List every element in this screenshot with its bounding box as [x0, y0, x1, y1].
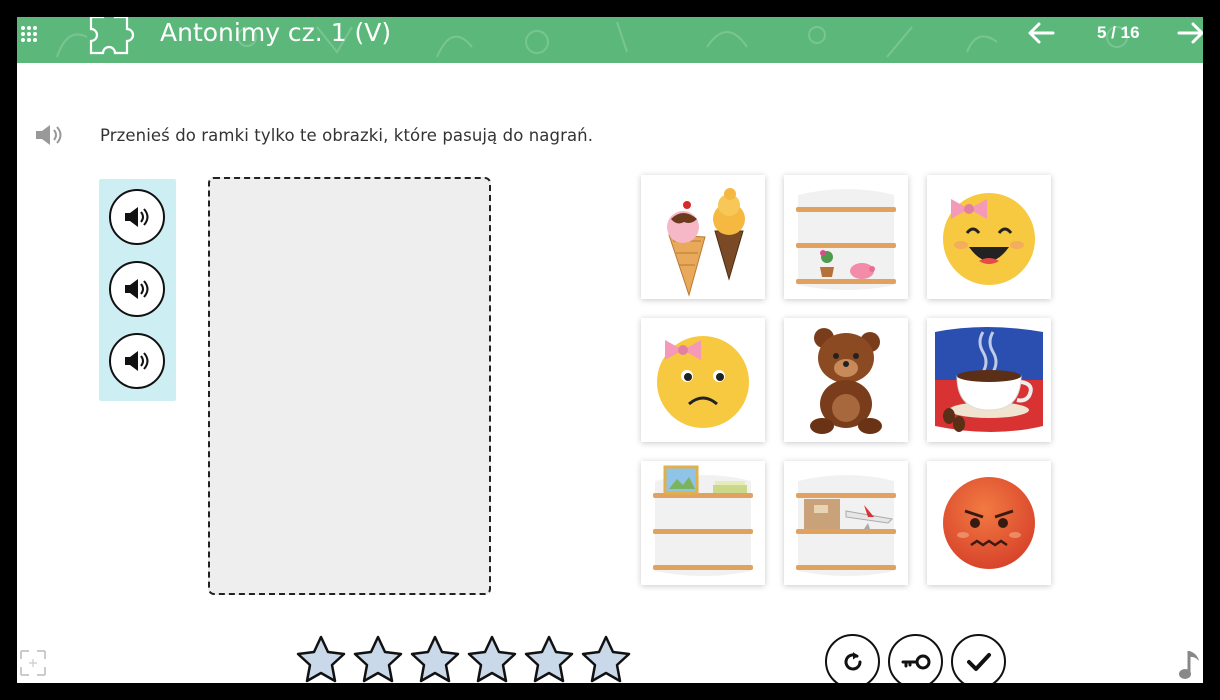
laughing-emoji-image [943, 193, 1035, 285]
next-arrow-icon[interactable] [1177, 21, 1203, 45]
reset-icon [844, 651, 861, 670]
instruction-speaker-icon[interactable] [34, 123, 64, 147]
shelves-picture-image [653, 465, 753, 576]
speaker-icon [125, 351, 149, 371]
drop-zone-frame[interactable] [208, 177, 491, 595]
card-laughing-emoji[interactable] [927, 175, 1051, 299]
rating-star-5-icon [524, 635, 574, 683]
previous-arrow-icon[interactable] [1027, 21, 1055, 45]
instruction-text: Przenieś do ramki tylko te obrazki, któr… [100, 126, 594, 145]
shelves-airplane-image [796, 475, 896, 576]
card-shelves-plant[interactable] [784, 175, 908, 299]
check-icon [966, 652, 991, 671]
exercise-title: Antonimy cz. 1 (V) [160, 18, 392, 47]
page-counter: 5 / 16 [1097, 23, 1140, 42]
fullscreen-icon[interactable] [19, 649, 47, 677]
menu-grid-icon[interactable] [19, 24, 39, 44]
rating-star-4-icon [467, 635, 517, 683]
audio-play-button-2[interactable] [109, 261, 165, 317]
header-bar: Antonimy cz. 1 (V) 5 / 16 [17, 17, 1203, 63]
card-shelves-picture[interactable] [641, 461, 765, 585]
music-note-icon[interactable] [1177, 647, 1203, 683]
audio-play-button-1[interactable] [109, 189, 165, 245]
audio-play-button-3[interactable] [109, 333, 165, 389]
sad-emoji-image [657, 336, 749, 428]
teddy-bear-image [810, 328, 882, 434]
ice-cream-image [667, 188, 745, 297]
key-icon [901, 654, 930, 669]
puzzle-icon [89, 17, 135, 55]
angry-emoji-image [943, 477, 1035, 569]
exercise-screen: Antonimy cz. 1 (V) 5 / 16 Przenieś do ra… [17, 17, 1203, 683]
reset-button[interactable] [825, 634, 880, 683]
speaker-icon [125, 279, 149, 299]
coffee-image [935, 327, 1043, 432]
card-shelves-airplane[interactable] [784, 461, 908, 585]
show-answers-button[interactable] [888, 634, 943, 683]
card-coffee[interactable] [927, 318, 1051, 442]
device-frame: Antonimy cz. 1 (V) 5 / 16 Przenieś do ra… [0, 0, 1220, 700]
card-teddy-bear[interactable] [784, 318, 908, 442]
check-button[interactable] [951, 634, 1006, 683]
rating-star-3-icon [410, 635, 460, 683]
card-sad-emoji[interactable] [641, 318, 765, 442]
shelves-plant-image [796, 189, 896, 290]
audio-recordings-panel [99, 179, 176, 401]
rating-star-6-icon [581, 635, 631, 683]
speaker-icon [125, 207, 149, 227]
rating-star-2-icon [353, 635, 403, 683]
card-angry-emoji[interactable] [927, 461, 1051, 585]
rating-star-1-icon [296, 635, 346, 683]
card-ice-cream[interactable] [641, 175, 765, 299]
